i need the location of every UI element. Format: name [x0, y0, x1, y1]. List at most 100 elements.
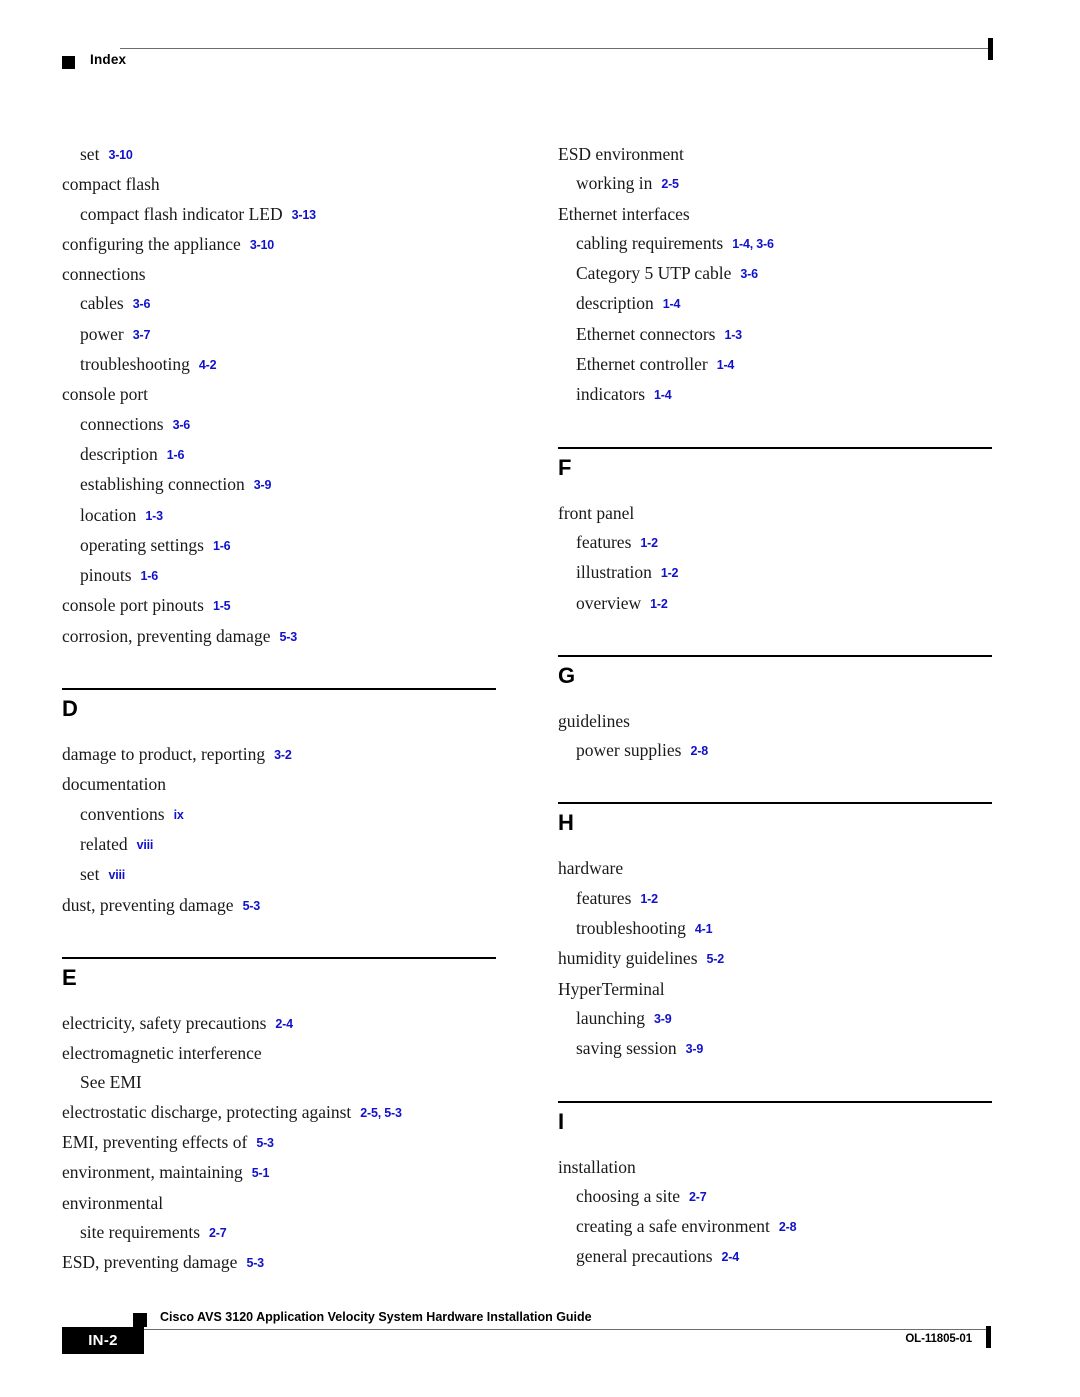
index-entry[interactable]: configuring the appliance 3-10	[60, 230, 496, 260]
index-page-reference[interactable]: 2-8	[690, 744, 708, 758]
index-page-reference[interactable]: viii	[108, 868, 125, 882]
index-entry[interactable]: ESD, preventing damage 5-3	[60, 1248, 496, 1278]
index-page-reference[interactable]: 2-8	[779, 1220, 797, 1234]
index-entry-heading: Ethernet interfaces	[556, 200, 992, 229]
index-entry-term: corrosion, preventing damage	[62, 625, 271, 646]
index-page-reference[interactable]: 2-5, 5-3	[360, 1106, 402, 1120]
index-page-reference[interactable]: 3-7	[133, 328, 151, 342]
index-entry-heading: installation	[556, 1153, 992, 1182]
index-entry[interactable]: general precautions 2-4	[556, 1242, 992, 1272]
index-entry[interactable]: cabling requirements 1-4, 3-6	[556, 229, 992, 259]
index-entry[interactable]: cables 3-6	[60, 289, 496, 319]
index-page-reference[interactable]: 3-9	[686, 1042, 704, 1056]
index-page-reference[interactable]: 3-10	[250, 238, 274, 252]
index-page-reference[interactable]: 1-5	[213, 599, 231, 613]
index-page-reference[interactable]: 3-9	[654, 1012, 672, 1026]
index-entry[interactable]: choosing a site 2-7	[556, 1182, 992, 1212]
index-page-reference[interactable]: 2-7	[689, 1190, 707, 1204]
index-page-reference[interactable]: 2-7	[209, 1226, 227, 1240]
index-page-reference[interactable]: ix	[174, 808, 184, 822]
index-page-reference[interactable]: 1-4	[717, 358, 735, 372]
index-entry[interactable]: Category 5 UTP cable 3-6	[556, 259, 992, 289]
index-entry[interactable]: related viii	[60, 830, 496, 860]
index-page-reference[interactable]: 2-4	[722, 1250, 740, 1264]
index-page-reference[interactable]: 5-3	[243, 899, 261, 913]
index-entry[interactable]: humidity guidelines 5-2	[556, 944, 992, 974]
index-entry[interactable]: dust, preventing damage 5-3	[60, 891, 496, 921]
index-page-reference[interactable]: 2-5	[661, 177, 679, 191]
index-entry-term: console port pinouts	[62, 595, 204, 616]
index-page-reference[interactable]: 1-2	[640, 892, 658, 906]
index-entry[interactable]: set viii	[60, 860, 496, 890]
index-entry-term: creating a safe environment	[576, 1216, 770, 1237]
index-page-reference[interactable]: 1-6	[213, 539, 231, 553]
index-page-reference[interactable]: 5-2	[707, 952, 725, 966]
index-entry-term: Ethernet controller	[576, 354, 708, 375]
index-page-reference[interactable]: 1-6	[141, 569, 159, 583]
index-entry[interactable]: Ethernet connectors 1-3	[556, 320, 992, 350]
index-page-reference[interactable]: 3-10	[108, 148, 132, 162]
index-entry[interactable]: pinouts 1-6	[60, 561, 496, 591]
index-page-reference[interactable]: 1-3	[724, 328, 742, 342]
index-entry[interactable]: console port pinouts 1-5	[60, 591, 496, 621]
index-entry[interactable]: features 1-2	[556, 528, 992, 558]
index-entry[interactable]: Ethernet controller 1-4	[556, 350, 992, 380]
index-entry[interactable]: indicators 1-4	[556, 380, 992, 410]
index-page-reference[interactable]: 3-2	[274, 748, 292, 762]
index-entry[interactable]: damage to product, reporting 3-2	[60, 740, 496, 770]
index-page-reference[interactable]: 3-6	[740, 267, 758, 281]
index-entry[interactable]: electricity, safety precautions 2-4	[60, 1009, 496, 1039]
index-entry[interactable]: corrosion, preventing damage 5-3	[60, 622, 496, 652]
index-entry[interactable]: location 1-3	[60, 501, 496, 531]
index-entry[interactable]: electrostatic discharge, protecting agai…	[60, 1098, 496, 1128]
index-entry[interactable]: troubleshooting 4-1	[556, 914, 992, 944]
index-entry-heading: hardware	[556, 854, 992, 883]
index-page-reference[interactable]: 3-6	[173, 418, 191, 432]
index-entry[interactable]: description 1-4	[556, 289, 992, 319]
index-page-reference[interactable]: 1-4	[663, 297, 681, 311]
index-entry[interactable]: working in 2-5	[556, 169, 992, 199]
index-page-reference[interactable]: 3-6	[133, 297, 151, 311]
index-page-reference[interactable]: 2-4	[275, 1017, 293, 1031]
index-entry[interactable]: illustration 1-2	[556, 558, 992, 588]
index-entry[interactable]: connections 3-6	[60, 410, 496, 440]
index-entry[interactable]: features 1-2	[556, 884, 992, 914]
index-page-reference[interactable]: 1-4	[654, 388, 672, 402]
index-page-reference[interactable]: 5-3	[279, 630, 297, 644]
index-entry-term: illustration	[576, 562, 652, 583]
index-page-reference[interactable]: 5-1	[252, 1166, 270, 1180]
index-page-reference[interactable]: 1-2	[661, 566, 679, 580]
index-entry[interactable]: creating a safe environment 2-8	[556, 1212, 992, 1242]
index-entry[interactable]: establishing connection 3-9	[60, 470, 496, 500]
index-page-reference[interactable]: viii	[137, 838, 154, 852]
index-entry[interactable]: description 1-6	[60, 440, 496, 470]
index-entry[interactable]: power 3-7	[60, 320, 496, 350]
index-entry[interactable]: troubleshooting 4-2	[60, 350, 496, 380]
index-page-reference[interactable]: 4-2	[199, 358, 217, 372]
index-entry[interactable]: conventions ix	[60, 800, 496, 830]
index-entry[interactable]: EMI, preventing effects of 5-3	[60, 1128, 496, 1158]
index-page-reference[interactable]: 3-13	[292, 208, 316, 222]
index-entry-term: hardware	[558, 858, 624, 879]
index-page-reference[interactable]: 3-9	[254, 478, 272, 492]
index-entry-term: connections	[80, 413, 164, 434]
index-entry[interactable]: environment, maintaining 5-1	[60, 1158, 496, 1188]
index-entry-term: pinouts	[80, 565, 132, 586]
index-entry[interactable]: set 3-10	[60, 140, 496, 170]
index-entry[interactable]: launching 3-9	[556, 1004, 992, 1034]
index-entry[interactable]: site requirements 2-7	[60, 1218, 496, 1248]
index-page-reference[interactable]: 1-6	[167, 448, 185, 462]
index-entry[interactable]: overview 1-2	[556, 589, 992, 619]
index-entry[interactable]: saving session 3-9	[556, 1034, 992, 1064]
index-entry[interactable]: compact flash indicator LED 3-13	[60, 200, 496, 230]
index-page-reference[interactable]: 5-3	[256, 1136, 274, 1150]
index-page-reference[interactable]: 1-3	[145, 509, 163, 523]
footer-rule	[144, 1329, 988, 1330]
index-entry[interactable]: power supplies 2-8	[556, 736, 992, 766]
index-page-reference[interactable]: 1-2	[650, 597, 668, 611]
index-entry[interactable]: operating settings 1-6	[60, 531, 496, 561]
index-page-reference[interactable]: 5-3	[246, 1256, 264, 1270]
index-page-reference[interactable]: 1-2	[640, 536, 658, 550]
index-page-reference[interactable]: 1-4, 3-6	[732, 237, 774, 251]
index-page-reference[interactable]: 4-1	[695, 922, 713, 936]
